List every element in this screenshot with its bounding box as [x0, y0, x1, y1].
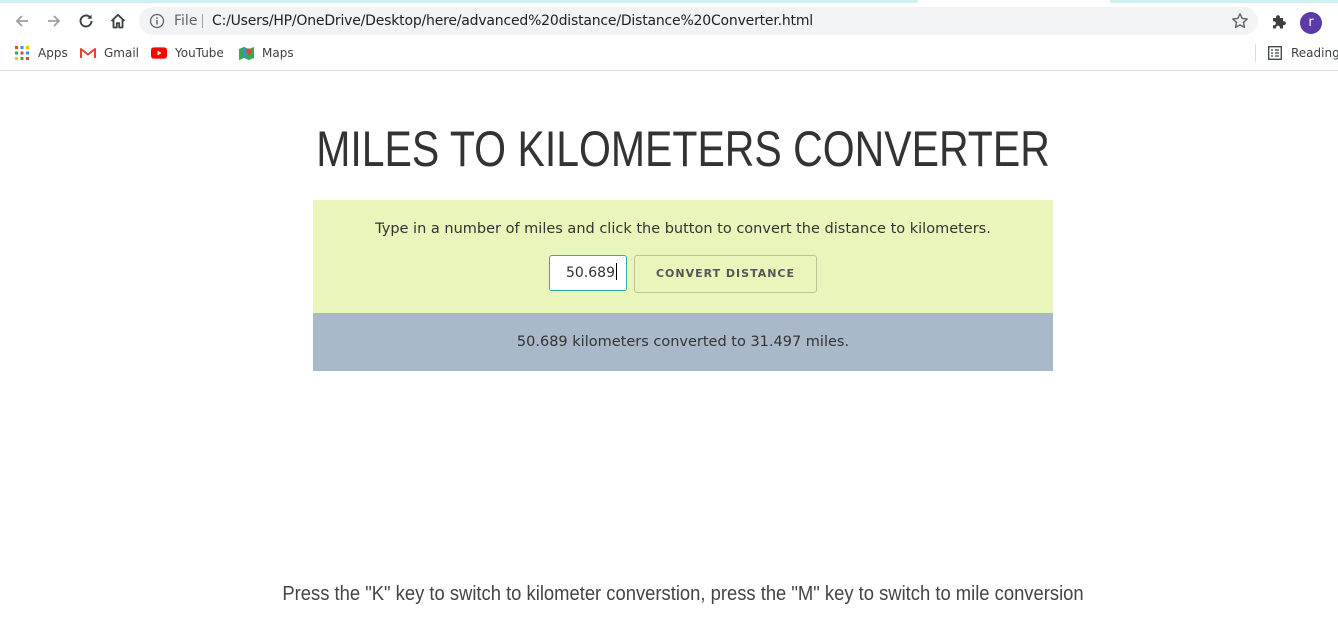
- result-text: 50.689 kilometers converted to 31.497 mi…: [516, 334, 850, 350]
- profile-avatar[interactable]: r: [1300, 12, 1322, 34]
- youtube-icon: [151, 45, 167, 61]
- page-title: MILES TO KILOMETERS CONVERTER: [316, 121, 1050, 177]
- bookmark-label: Apps: [38, 46, 68, 60]
- address-bar[interactable]: File C:/Users/HP/OneDrive/Desktop/here/a…: [139, 7, 1258, 35]
- bookmark-maps[interactable]: Maps: [238, 44, 294, 62]
- convert-distance-button[interactable]: CONVERT DISTANCE: [634, 255, 817, 293]
- gmail-icon: [80, 45, 96, 61]
- distance-input[interactable]: 50.689: [549, 255, 627, 291]
- back-button[interactable]: [9, 8, 35, 34]
- home-button[interactable]: [105, 8, 131, 34]
- address-divider: [202, 14, 203, 28]
- converter-panel: Type in a number of miles and click the …: [313, 200, 1053, 313]
- maps-icon: [238, 45, 254, 61]
- address-url[interactable]: C:/Users/HP/OneDrive/Desktop/here/advanc…: [212, 12, 813, 30]
- forward-arrow-icon: [48, 15, 61, 27]
- bookmark-label: Gmail: [104, 46, 140, 60]
- apps-grid-icon: [14, 45, 30, 61]
- reload-button[interactable]: [73, 8, 99, 34]
- bookmark-gmail[interactable]: Gmail: [80, 44, 139, 62]
- bookmark-youtube[interactable]: YouTube: [151, 44, 224, 62]
- reload-icon: [79, 14, 93, 28]
- forward-button[interactable]: [41, 8, 67, 34]
- bookmarks-bar: Apps Gmail YouTube Maps Reading l: [0, 37, 1338, 71]
- reading-list-icon: [1267, 45, 1283, 61]
- result-panel: 50.689 kilometers converted to 31.497 mi…: [313, 313, 1053, 371]
- info-icon[interactable]: [149, 13, 165, 29]
- bookmark-label: YouTube: [175, 46, 224, 60]
- home-icon: [110, 13, 126, 29]
- extensions-puzzle-icon[interactable]: [1269, 12, 1289, 32]
- browser-toolbar: File C:/Users/HP/OneDrive/Desktop/here/a…: [0, 3, 1338, 37]
- back-arrow-icon: [15, 15, 28, 27]
- distance-input-value: 50.689: [566, 265, 615, 281]
- reading-list-button[interactable]: Reading l: [1267, 44, 1338, 62]
- text-cursor: [616, 263, 617, 280]
- instructions-text: Type in a number of miles and click the …: [375, 221, 991, 237]
- address-scheme-label: File: [174, 13, 198, 29]
- keyboard-hint: Press the "K" key to switch to kilometer…: [282, 583, 1084, 605]
- reading-list-label: Reading l: [1291, 46, 1338, 60]
- bookmark-apps[interactable]: Apps: [14, 44, 68, 62]
- bookmark-label: Maps: [262, 46, 294, 60]
- bookmarks-divider: [1255, 44, 1256, 62]
- bookmark-star-icon[interactable]: [1231, 12, 1249, 30]
